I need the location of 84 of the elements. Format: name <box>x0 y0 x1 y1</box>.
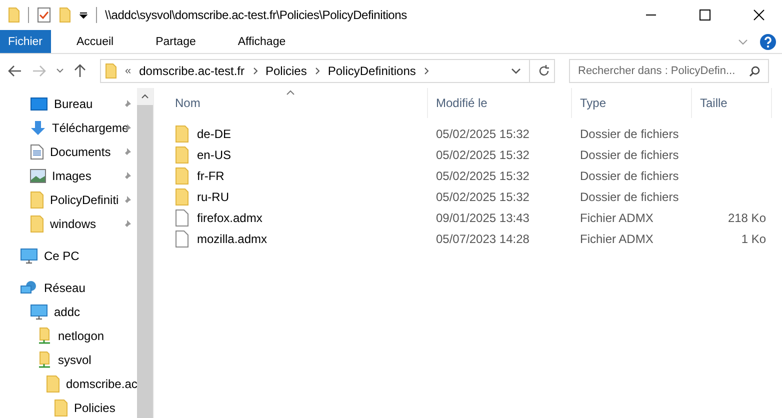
folder-icon <box>105 63 117 79</box>
breadcrumb-item[interactable]: Policies <box>266 64 307 78</box>
column-header[interactable]: Taille <box>700 96 728 110</box>
breadcrumb-item[interactable]: PolicyDefinitions <box>328 64 416 78</box>
ribbon-tab[interactable]: Partage <box>140 30 212 53</box>
breadcrumb-item[interactable]: domscribe.ac-test.fr <box>139 64 244 78</box>
chevron-right-icon[interactable] <box>252 67 258 75</box>
column-header[interactable]: Type <box>580 96 606 110</box>
file-name[interactable]: en-US <box>197 148 232 162</box>
file-type: Dossier de fichiers <box>580 148 679 162</box>
ribbon-tab[interactable]: Affichage <box>222 30 302 53</box>
modified-date: 05/02/2025 15:32 <box>436 168 530 182</box>
help-icon[interactable] <box>760 34 776 50</box>
sidebar-item[interactable]: Ce PC <box>44 249 80 263</box>
file-icon <box>175 230 189 248</box>
overflow-chevrons[interactable]: « <box>125 65 132 77</box>
document-icon <box>30 144 44 160</box>
ribbon-tab[interactable]: Accueil <box>60 30 130 53</box>
sidebar-item[interactable]: Réseau <box>44 281 86 295</box>
maximize-icon[interactable] <box>699 9 711 21</box>
file-name[interactable]: firefox.admx <box>197 210 262 224</box>
sidebar-item[interactable]: windows <box>50 217 96 231</box>
computer-icon <box>30 304 48 320</box>
sidebar-item[interactable]: addc <box>54 305 80 319</box>
file-type: Fichier ADMX <box>580 210 654 224</box>
up-arrow-icon[interactable] <box>74 64 86 78</box>
modified-date: 05/02/2025 15:32 <box>436 126 530 140</box>
file-name[interactable]: ru-RU <box>197 190 229 204</box>
sidebar-item[interactable]: Documents <box>50 145 111 159</box>
scroll-up-icon[interactable] <box>141 94 149 99</box>
image-icon <box>30 169 46 183</box>
window-title: \\addc\sysvol\domscribe.ac-test.fr\Policies\PolicyDefinitions <box>105 8 407 22</box>
file-type: Dossier de fichiers <box>580 190 679 204</box>
network-icon <box>20 280 38 296</box>
folder-icon <box>175 188 189 206</box>
sidebar-item[interactable]: Policies <box>74 401 116 415</box>
computer-icon <box>20 248 38 264</box>
refresh-icon[interactable] <box>538 65 550 77</box>
file-icon <box>175 208 189 226</box>
folder-icon <box>175 146 189 164</box>
dropdown-icon[interactable] <box>79 11 88 19</box>
folder-icon <box>46 375 60 393</box>
folder-icon <box>30 215 44 233</box>
chevron-right-icon[interactable] <box>424 67 429 75</box>
chevron-down-icon[interactable] <box>56 68 64 74</box>
file-type: Dossier de fichiers <box>580 168 679 182</box>
chevron-right-icon[interactable] <box>314 67 320 75</box>
modified-date: 05/07/2023 14:28 <box>436 232 530 246</box>
sidebar-item[interactable]: sysvol <box>58 353 92 367</box>
folder-icon <box>175 124 189 142</box>
back-arrow-icon[interactable] <box>8 65 22 77</box>
close-icon[interactable] <box>753 9 765 21</box>
sidebar-item[interactable]: domscribe.ac <box>66 377 138 391</box>
search-icon <box>749 66 760 76</box>
file-type: Dossier de fichiers <box>580 126 679 140</box>
folder-icon <box>175 166 189 184</box>
sidebar-item[interactable]: Téléchargeme <box>52 121 129 135</box>
modified-date: 05/02/2025 15:32 <box>436 148 530 162</box>
sidebar-item[interactable]: PolicyDefiniti <box>50 193 119 207</box>
file-size: 218 Ko <box>728 210 766 224</box>
column-header[interactable]: Modifié le <box>436 96 488 110</box>
ribbon-tab[interactable]: Fichier <box>0 30 51 53</box>
properties-icon[interactable] <box>37 7 51 23</box>
file-name[interactable]: de-DE <box>197 126 232 140</box>
chevron-down-icon[interactable] <box>511 68 521 74</box>
file-type: Fichier ADMX <box>580 232 654 246</box>
network-folder-icon <box>38 351 52 369</box>
search-field[interactable]: Rechercher dans : PolicyDefin... <box>569 59 769 83</box>
sidebar-item[interactable]: Bureau <box>54 97 93 111</box>
address-bar[interactable]: « domscribe.ac-test.fr Policies PolicyDefinitions <box>100 59 555 83</box>
file-size: 1 Ko <box>741 232 766 246</box>
download-arrow-icon <box>30 120 46 136</box>
column-header[interactable]: Nom <box>175 96 200 110</box>
sidebar-item[interactable]: netlogon <box>58 329 104 343</box>
file-name[interactable]: mozilla.admx <box>197 232 268 246</box>
network-folder-icon <box>38 327 52 345</box>
sidebar-item[interactable]: Images <box>52 169 92 183</box>
modified-date: 05/02/2025 15:32 <box>436 190 530 204</box>
sort-ascending-icon <box>286 90 295 95</box>
desktop-icon <box>30 97 48 111</box>
folder-icon <box>30 191 44 209</box>
folder-icon <box>54 399 68 417</box>
file-name[interactable]: fr-FR <box>197 168 224 182</box>
modified-date: 09/01/2025 13:43 <box>436 210 530 224</box>
